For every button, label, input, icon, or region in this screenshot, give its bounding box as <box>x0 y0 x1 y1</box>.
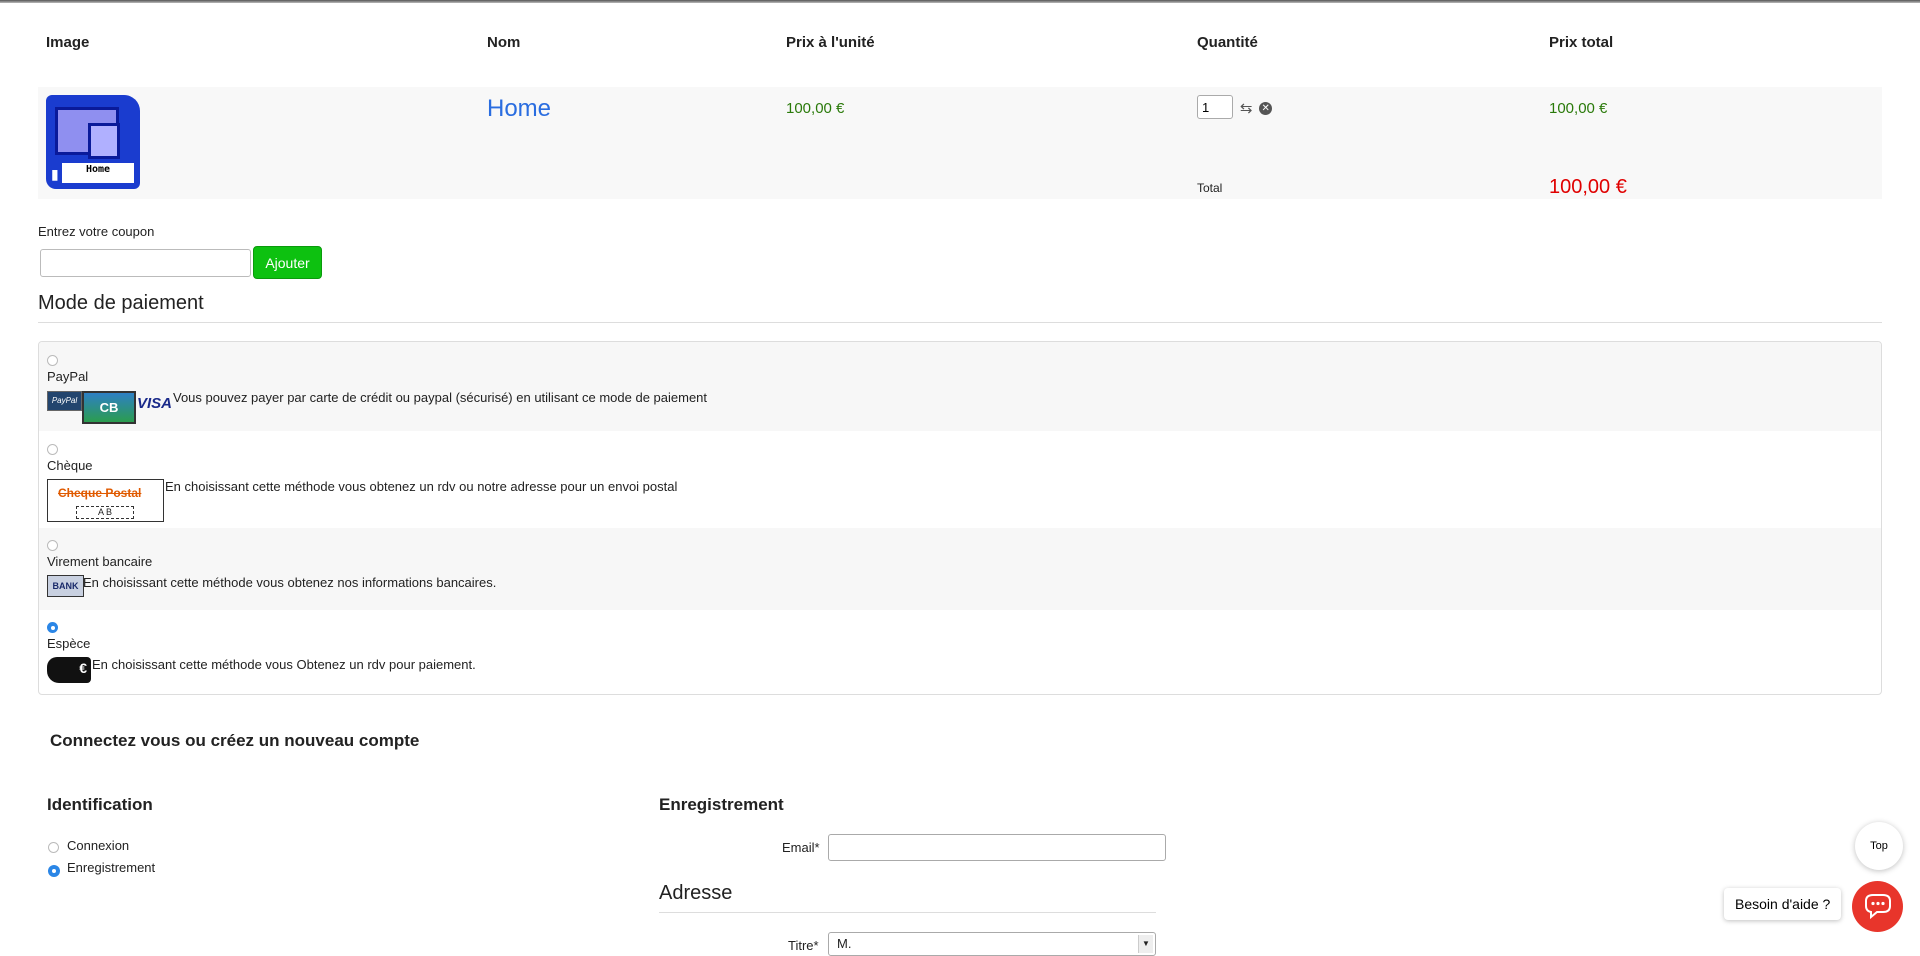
espece-radio[interactable] <box>47 622 58 633</box>
row-total-price: 100,00 € <box>1549 100 1608 117</box>
product-image-label: Home <box>62 163 134 183</box>
account-title: Connectez vous ou créez un nouveau compt… <box>50 731 420 750</box>
total-value: 100,00 € <box>1549 176 1627 198</box>
payment-description: En choisissant cette méthode vous obtene… <box>165 479 678 494</box>
unit-price: 100,00 € <box>786 100 845 117</box>
header-quantite: Quantité <box>1197 34 1258 51</box>
payment-name: Espèce <box>47 636 91 651</box>
divider <box>38 322 1882 323</box>
visa-logo: VISA <box>137 395 173 412</box>
help-bubble[interactable]: Besoin d'aide ? <box>1724 888 1842 920</box>
header-prix-total: Prix total <box>1549 34 1614 51</box>
connexion-label[interactable]: Connexion <box>67 838 129 853</box>
divider <box>659 912 1156 913</box>
chat-button[interactable] <box>1852 881 1903 932</box>
bank-logo: BANK <box>47 575 84 597</box>
payment-title: Mode de paiement <box>38 292 204 314</box>
payment-description: En choisissant cette méthode vous obtene… <box>83 575 497 590</box>
remove-icon[interactable]: ✕ <box>1259 101 1273 115</box>
cash-coins-logo: € <box>47 657 91 683</box>
paypal-radio[interactable] <box>47 355 58 366</box>
cb-card-logo: CB <box>82 391 136 424</box>
cheque-logo-ab: A B <box>76 506 134 519</box>
chevron-down-icon: ▼ <box>1138 935 1153 953</box>
titre-select[interactable]: M. ▼ <box>828 932 1156 956</box>
cheque-logo: Cheque Postal A B <box>47 479 164 522</box>
quantity-group: ⇆ ✕ <box>1197 95 1273 119</box>
enregistrement-radio[interactable] <box>48 865 60 877</box>
connexion-radio[interactable] <box>48 842 59 853</box>
top-border <box>0 0 1920 3</box>
address-title: Adresse <box>659 882 733 904</box>
virement-radio[interactable] <box>47 540 58 551</box>
add-coupon-button[interactable]: Ajouter <box>253 246 322 279</box>
payment-option-espece[interactable]: Espèce € En choisissant cette méthode vo… <box>39 610 1881 694</box>
cheque-logo-text: Cheque Postal <box>58 486 142 500</box>
product-name-link[interactable]: Home <box>487 95 551 123</box>
email-field[interactable] <box>828 834 1166 861</box>
titre-selected-value: M. <box>837 936 852 951</box>
payment-description: Vous pouvez payer par carte de crédit ou… <box>173 390 708 405</box>
quantity-input[interactable] <box>1197 95 1233 119</box>
cart-header: Image Nom Prix à l'unité Quantité Prix t… <box>38 28 1882 56</box>
header-image: Image <box>46 34 90 51</box>
payment-name: Chèque <box>47 458 93 473</box>
registration-title: Enregistrement <box>659 795 784 814</box>
payment-option-cheque[interactable]: Chèque Cheque Postal A B En choisissant … <box>39 431 1881 528</box>
payment-name: PayPal <box>47 369 89 384</box>
coupon-input[interactable] <box>40 249 251 277</box>
cart-table: Image Nom Prix à l'unité Quantité Prix t… <box>38 28 1882 199</box>
payment-name: Virement bancaire <box>47 554 153 569</box>
header-prix-unite: Prix à l'unité <box>786 34 875 51</box>
total-label: Total <box>1197 181 1223 195</box>
paypal-logo: PayPal <box>47 391 82 411</box>
coupon-label: Entrez votre coupon <box>38 224 155 239</box>
titre-label: Titre* <box>788 938 819 953</box>
tablet-icon <box>88 123 120 159</box>
payment-options: PayPal PayPal CB VISA Vous pouvez payer … <box>38 341 1882 695</box>
cheque-radio[interactable] <box>47 444 58 455</box>
product-image[interactable]: ▮ Home <box>46 95 140 189</box>
chat-icon <box>1865 894 1891 920</box>
header-nom: Nom <box>487 34 521 51</box>
refresh-icon[interactable]: ⇆ <box>1240 101 1253 116</box>
enregistrement-label[interactable]: Enregistrement <box>67 860 155 875</box>
gift-icon: ▮ <box>51 166 59 182</box>
payment-description: En choisissant cette méthode vous Obtene… <box>92 657 476 672</box>
identification-title: Identification <box>47 795 153 814</box>
payment-option-paypal[interactable]: PayPal PayPal CB VISA Vous pouvez payer … <box>39 342 1881 431</box>
payment-option-virement[interactable]: Virement bancaire BANK En choisissant ce… <box>39 528 1881 610</box>
email-label: Email* <box>782 840 820 855</box>
scroll-top-button[interactable]: Top <box>1855 822 1903 870</box>
